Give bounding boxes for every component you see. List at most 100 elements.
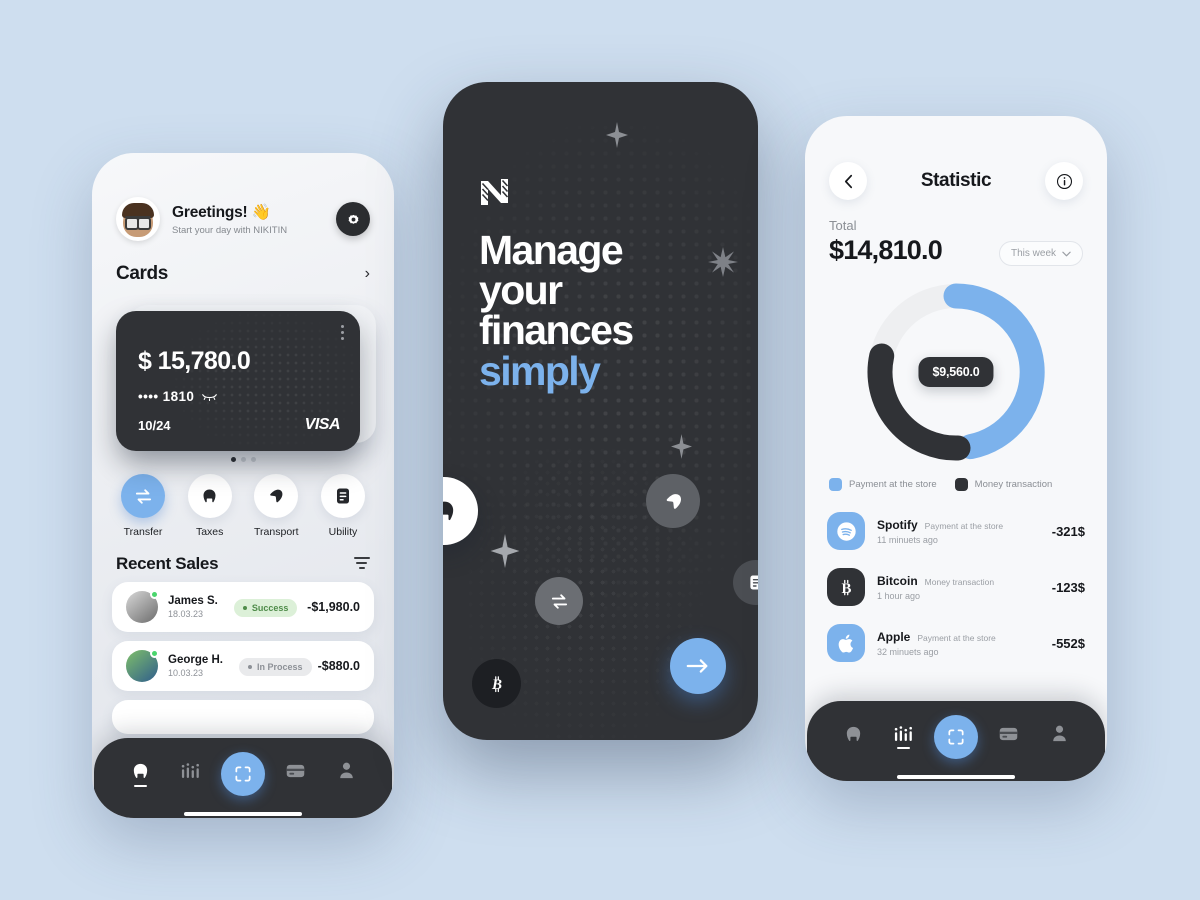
bitcoin-icon: B — [490, 675, 502, 693]
table-row[interactable]: James S. 18.03.23 Success -$1,980.0 — [112, 582, 374, 632]
nav-card[interactable] — [989, 726, 1029, 749]
floating-transfer-bubble[interactable] — [535, 577, 583, 625]
poster-stage: Greetings! 👋 Start your day with NIKITIN… — [0, 0, 1200, 900]
card-icon — [999, 727, 1018, 740]
headline-line-3: finances — [479, 307, 634, 354]
greeting-subtitle: Start your day with NIKITIN — [172, 224, 288, 236]
status-label: Success — [251, 603, 289, 613]
filter-icon[interactable] — [354, 556, 370, 572]
card-number: •••• 1810 — [138, 389, 218, 404]
house-icon-bubble — [187, 474, 232, 518]
headline-accent: simply — [479, 347, 601, 394]
phone-statistics: Statistic Total $14,810.0 This week $9,5… — [805, 116, 1107, 781]
transfer-icon-bubble — [121, 474, 165, 518]
cards-section-header[interactable]: Cards › — [92, 241, 394, 285]
chevron-left-icon — [844, 174, 852, 188]
hide-eye-icon[interactable] — [202, 393, 218, 401]
sparkle-icon — [606, 122, 628, 148]
card-number-text: •••• 1810 — [138, 389, 195, 404]
transaction-amount: -321$ — [1051, 523, 1085, 539]
info-icon — [1056, 173, 1072, 189]
home-indicator — [184, 812, 302, 816]
merchant-name: Bitcoin — [877, 573, 918, 588]
card-icon — [286, 764, 305, 777]
statistics-header: Statistic — [805, 116, 1107, 200]
nav-card[interactable] — [276, 763, 316, 786]
transaction-amount: -$880.0 — [317, 659, 360, 673]
home-icon — [133, 763, 147, 778]
action-ubility[interactable]: Ubility — [314, 474, 372, 538]
nav-scan-button[interactable] — [934, 715, 978, 759]
card-expiry: 10/24 — [138, 418, 171, 433]
online-dot — [150, 649, 159, 658]
transport-icon — [666, 493, 681, 509]
transaction-time: 11 minuets ago — [877, 534, 938, 545]
greeting-title: Greetings! 👋 — [172, 203, 271, 221]
info-button[interactable] — [1045, 162, 1083, 200]
apple-icon — [827, 624, 865, 662]
transaction-amount: -123$ — [1051, 579, 1085, 595]
floating-bitcoin-bubble[interactable]: B — [472, 659, 521, 708]
carousel-dot[interactable] — [250, 457, 256, 462]
visa-logo: VISA — [304, 416, 341, 433]
profile-icon — [339, 762, 353, 779]
document-icon — [749, 575, 758, 590]
home-indicator — [897, 775, 1015, 779]
nav-home[interactable] — [833, 724, 873, 751]
quick-actions: Transfer Taxes Transport Ubility — [92, 462, 394, 538]
scan-icon — [235, 766, 251, 782]
period-label: This week — [1010, 248, 1056, 259]
back-button[interactable] — [829, 162, 867, 200]
legend-label: Payment at the store — [849, 479, 937, 490]
card-menu-icon[interactable] — [341, 325, 344, 343]
action-label: Ubility — [328, 526, 358, 538]
sparkle-icon — [671, 434, 692, 459]
gear-icon — [348, 214, 358, 224]
settings-button[interactable] — [336, 202, 370, 236]
online-dot — [150, 590, 159, 599]
action-label: Taxes — [195, 526, 224, 538]
action-transport[interactable]: Transport — [247, 474, 305, 538]
get-started-button[interactable] — [670, 638, 726, 694]
transaction-date: 10.03.23 — [168, 668, 204, 678]
bank-card[interactable]: $ 15,780.0 •••• 1810 10/24 VISA — [116, 311, 360, 451]
dashboard-header: Greetings! 👋 Start your day with NIKITIN — [92, 153, 394, 241]
status-badge: In Process — [238, 658, 312, 676]
svg-text:B: B — [841, 581, 851, 597]
card-balance: $ 15,780.0 — [138, 347, 251, 375]
scan-icon — [948, 729, 964, 745]
action-transfer[interactable]: Transfer — [114, 474, 172, 538]
floating-transport-bubble[interactable] — [646, 474, 700, 528]
nav-profile[interactable] — [326, 761, 366, 787]
status-label: In Process — [256, 662, 303, 672]
list-item[interactable]: B Bitcoin Money transaction 1 hour ago -… — [827, 559, 1085, 615]
period-selector[interactable]: This week — [998, 241, 1083, 266]
merchant-name: Apple — [877, 629, 911, 644]
chevron-right-icon[interactable]: › — [365, 265, 370, 283]
avatar — [126, 590, 159, 623]
headline-line-1: Manage — [479, 227, 624, 273]
table-row[interactable]: George H. 10.03.23 In Process -$880.0 — [112, 641, 374, 691]
legend-item-payment: Payment at the store — [829, 478, 937, 491]
chevron-down-icon — [1062, 251, 1071, 256]
nav-stats[interactable] — [171, 762, 211, 787]
table-row[interactable] — [112, 700, 374, 734]
carousel-dot[interactable] — [240, 457, 246, 462]
nav-home[interactable] — [120, 761, 160, 788]
total-row: Total $14,810.0 This week — [805, 200, 1107, 266]
bottom-navigation — [807, 701, 1105, 781]
donut-chart: $9,560.0 — [805, 276, 1107, 468]
transaction-amount: -552$ — [1051, 635, 1085, 651]
action-taxes[interactable]: Taxes — [181, 474, 239, 538]
list-item[interactable]: Apple Payment at the store 32 minuets ag… — [827, 615, 1085, 671]
list-item[interactable]: Spotify Payment at the store 11 minuets … — [827, 503, 1085, 559]
statistics-transaction-list: Spotify Payment at the store 11 minuets … — [805, 491, 1107, 671]
nav-scan-button[interactable] — [221, 752, 265, 796]
total-label: Total — [829, 218, 857, 233]
home-icon — [846, 726, 860, 741]
chart-legend: Payment at the store Money transaction — [805, 468, 1107, 491]
card-carousel[interactable]: $ 15,780.0 •••• 1810 10/24 VISA — [116, 299, 376, 451]
carousel-dot[interactable] — [230, 457, 236, 462]
nav-profile[interactable] — [1039, 724, 1079, 750]
nav-stats[interactable] — [884, 725, 924, 750]
